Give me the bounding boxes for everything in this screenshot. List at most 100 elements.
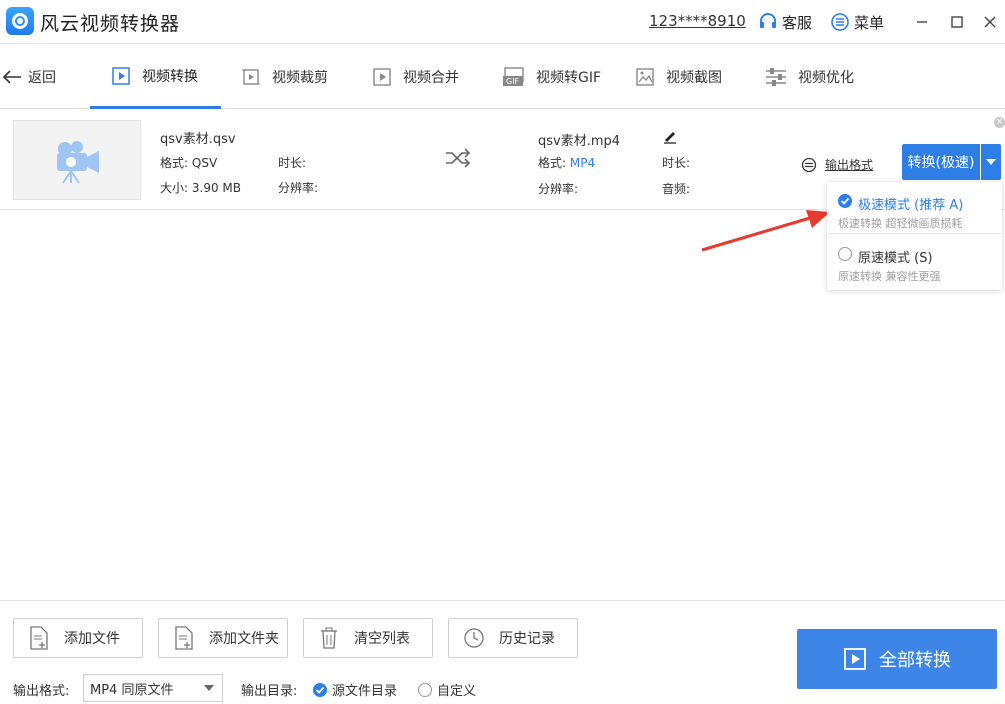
target-resolution-label: 分辨率: [538, 182, 579, 196]
chevron-down-icon [204, 685, 214, 691]
gif-icon: GIF [502, 66, 526, 88]
minimize-button[interactable] [910, 10, 934, 34]
output-format-select[interactable]: MP4 同原文件 [83, 674, 223, 702]
red-arrow-annotation [701, 210, 830, 252]
tab-label: 视频裁剪 [272, 70, 328, 86]
account-link[interactable]: 123****8910 [649, 12, 746, 30]
source-resolution-label: 分辨率: [278, 181, 319, 195]
clear-list-button[interactable]: 清空列表 [303, 618, 433, 658]
remove-file-button[interactable]: × [994, 117, 1005, 128]
video-convert-icon [110, 65, 132, 87]
format-icon [801, 157, 817, 172]
target-duration-label: 时长: [662, 156, 691, 170]
checked-radio-icon [838, 194, 852, 208]
add-file-button[interactable]: 添加文件 [13, 618, 143, 658]
tab-label: 视频转换 [142, 68, 198, 85]
target-file-name: qsv素材.mp4 [538, 134, 621, 149]
output-format-value: MP4 同原文件 [90, 682, 174, 698]
tab-video-crop[interactable]: 视频裁剪 [240, 45, 328, 109]
source-format-label: 格式: [160, 156, 189, 170]
fast-mode-option[interactable]: 极速模式 (推荐 A) 极速转换 超轻微画质损耗 [827, 182, 1002, 234]
output-format-label: 输出格式: [13, 684, 70, 699]
dir-source-radio[interactable]: 源文件目录 [313, 680, 397, 699]
dir-custom-label: 自定义 [437, 684, 477, 699]
dir-source-label: 源文件目录 [332, 684, 398, 699]
source-file-name: qsv素材.qsv [160, 132, 236, 147]
menu-button[interactable]: 菜单 [830, 10, 884, 34]
history-label: 历史记录 [499, 631, 555, 647]
source-duration-label: 时长: [278, 156, 307, 170]
video-merge-icon [371, 66, 393, 88]
convert-button[interactable]: 转换(极速) [902, 144, 980, 180]
back-label: 返回 [28, 70, 56, 86]
arrow-left-icon [2, 70, 21, 84]
app-title: 风云视频转换器 [40, 13, 181, 35]
tab-video-screenshot[interactable]: 视频截图 [634, 45, 722, 109]
fast-mode-desc: 极速转换 超轻微画质损耗 [838, 217, 963, 230]
clock-icon [463, 627, 485, 649]
source-size-label: 大小: [160, 181, 189, 195]
add-folder-icon [173, 626, 195, 650]
close-button[interactable] [978, 10, 1002, 34]
app-logo-icon [6, 7, 34, 35]
convert-all-button[interactable]: 全部转换 [797, 629, 997, 689]
unchecked-radio-icon [838, 247, 852, 261]
headset-icon [758, 12, 778, 32]
trash-icon [318, 626, 340, 650]
source-size: 大小: 3.90 MB [160, 179, 241, 196]
app-window: 风云视频转换器 123****8910 客服 菜单 返回 视频转换 视频裁剪 视… [0, 0, 1005, 704]
video-thumbnail [13, 120, 141, 200]
tab-video-optimize[interactable]: 视频优化 [764, 45, 854, 109]
tab-video-merge[interactable]: 视频合并 [371, 45, 459, 109]
customer-service-button[interactable]: 客服 [758, 10, 812, 34]
title-bar: 风云视频转换器 123****8910 客服 菜单 [0, 0, 1005, 44]
original-mode-option[interactable]: 原速模式 (S) 原速转换 兼容性更强 [827, 235, 1002, 287]
bottom-bar: 添加文件 添加文件夹 清空列表 历史记录 输出格式: MP4 同原文件 输出目录… [0, 600, 1005, 704]
tab-label: 视频转GIF [536, 70, 602, 86]
pencil-icon [664, 132, 676, 144]
fast-mode-title: 极速模式 (推荐 A) [858, 198, 964, 213]
target-audio-label: 音频: [662, 182, 691, 196]
history-button[interactable]: 历史记录 [448, 618, 578, 658]
tab-label: 视频优化 [798, 70, 854, 86]
source-size-value: 3.90 MB [191, 181, 241, 195]
tab-label: 视频合并 [403, 70, 459, 86]
original-mode-title: 原速模式 (S) [858, 251, 933, 266]
clear-list-label: 清空列表 [354, 631, 410, 647]
convert-mode-dropdown-button[interactable] [981, 144, 1001, 180]
optimize-icon [764, 66, 788, 88]
target-format: 格式: MP4 [538, 154, 595, 171]
tab-video-gif[interactable]: GIF 视频转GIF [502, 45, 601, 109]
maximize-button[interactable] [945, 10, 969, 34]
svg-text:GIF: GIF [506, 77, 520, 86]
output-format-label: 输出格式 [825, 158, 874, 172]
target-format-value: MP4 [569, 156, 596, 170]
checked-radio-icon [313, 682, 327, 697]
original-mode-desc: 原速转换 兼容性更强 [838, 270, 941, 283]
convert-mode-menu: 极速模式 (推荐 A) 极速转换 超轻微画质损耗 原速模式 (S) 原速转换 兼… [827, 182, 1002, 290]
unchecked-radio-icon [418, 682, 432, 697]
source-format-value: QSV [191, 156, 218, 170]
dir-custom-radio[interactable]: 自定义 [418, 680, 476, 699]
add-folder-button[interactable]: 添加文件夹 [158, 618, 288, 658]
add-folder-label: 添加文件夹 [209, 631, 279, 647]
menu-icon [830, 12, 850, 32]
play-icon [844, 648, 866, 670]
menu-label: 菜单 [854, 13, 885, 32]
output-format-link[interactable]: 输出格式 [801, 156, 873, 173]
video-camera-icon [57, 141, 99, 184]
source-format: 格式: QSV [160, 154, 217, 171]
video-crop-icon [240, 66, 262, 88]
add-file-icon [28, 626, 50, 650]
tab-video-convert[interactable]: 视频转换 [90, 45, 221, 109]
back-button[interactable]: 返回 [2, 67, 56, 87]
shuffle-icon [444, 148, 472, 172]
edit-filename-button[interactable] [662, 128, 678, 148]
output-dir-label: 输出目录: [241, 684, 298, 699]
screenshot-icon [634, 66, 656, 88]
customer-service-label: 客服 [782, 13, 813, 32]
caret-down-icon [986, 159, 996, 165]
add-file-label: 添加文件 [64, 631, 120, 647]
target-format-label: 格式: [538, 156, 567, 170]
tab-label: 视频截图 [666, 70, 722, 86]
